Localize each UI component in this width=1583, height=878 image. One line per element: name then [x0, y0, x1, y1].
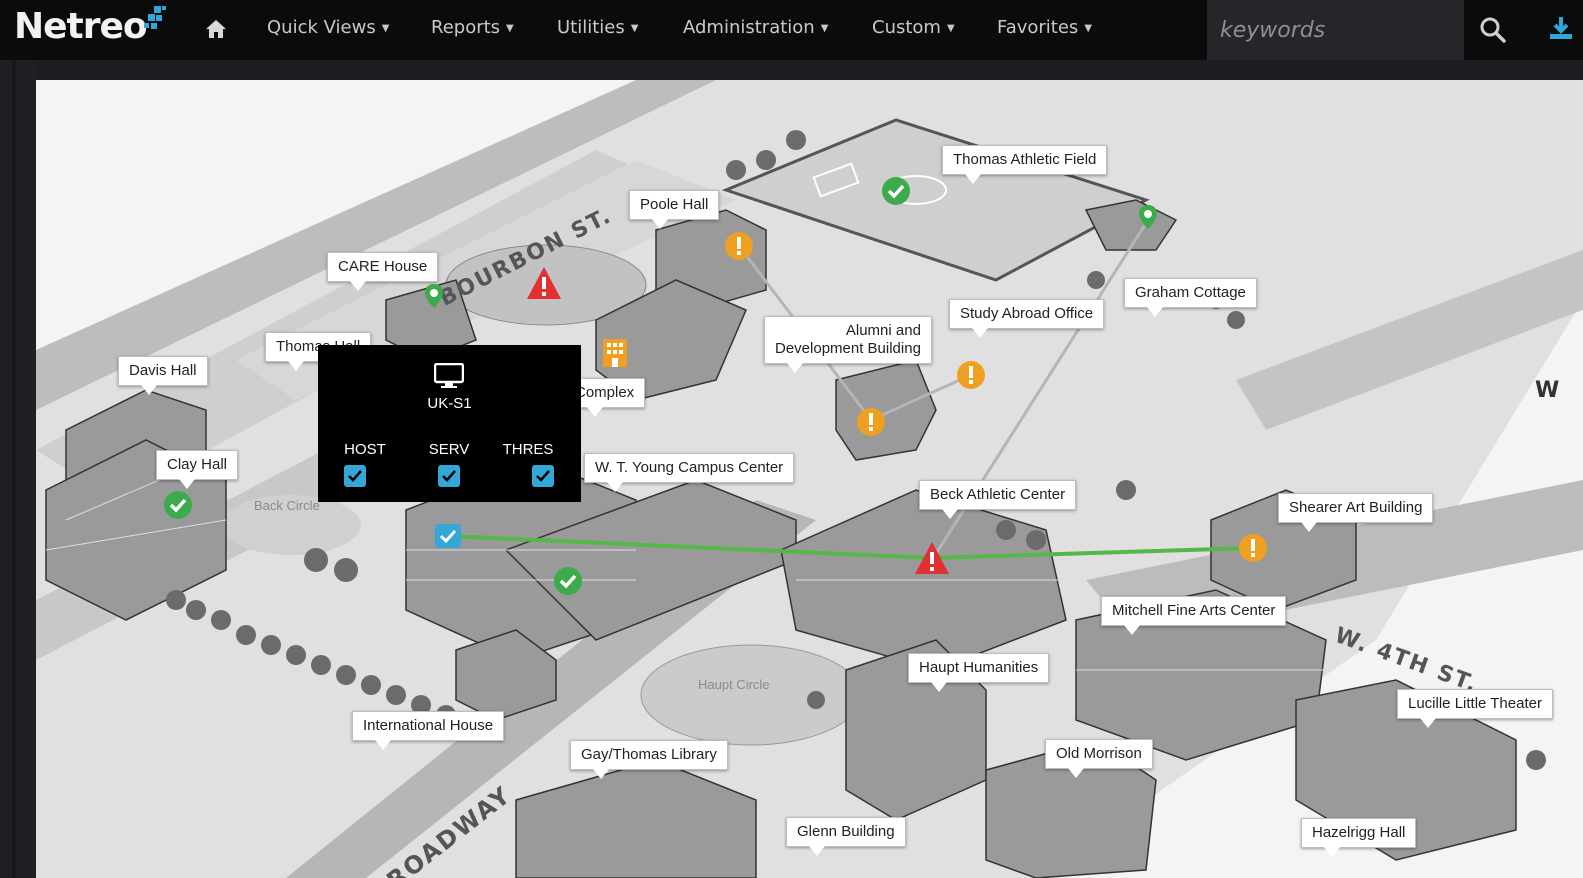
critical-status-icon[interactable]: [914, 541, 950, 575]
label-gay-thomas-library[interactable]: Gay/Thomas Library: [570, 740, 728, 779]
search-input[interactable]: [1207, 0, 1464, 60]
nav-label: Utilities: [557, 17, 625, 38]
host-column-label: HOST: [344, 441, 386, 458]
warning-status-icon[interactable]: [856, 407, 886, 437]
host-checkbox[interactable]: [344, 465, 366, 487]
nav-label: Custom: [872, 17, 941, 38]
warning-status-icon[interactable]: [1238, 533, 1268, 563]
partial-label-right: W: [1535, 378, 1560, 403]
label-graham-cottage[interactable]: Graham Cottage: [1124, 278, 1257, 317]
nav-label: Administration: [683, 17, 815, 38]
label-clay-hall[interactable]: Clay Hall: [156, 450, 239, 489]
caret-down-icon: ▼: [1084, 23, 1093, 34]
path-back-circle: Back Circle: [254, 498, 320, 513]
caret-down-icon: ▼: [381, 23, 390, 34]
nav-label: Reports: [431, 17, 501, 38]
ok-status-icon[interactable]: [881, 176, 911, 206]
label-old-morrison[interactable]: Old Morrison: [1045, 739, 1153, 778]
left-rail: [0, 60, 36, 878]
label-mitchell-fine-arts[interactable]: Mitchell Fine Arts Center: [1101, 596, 1287, 635]
label-davis-hall[interactable]: Davis Hall: [118, 356, 208, 395]
label-hazelrigg-hall[interactable]: Hazelrigg Hall: [1301, 818, 1417, 857]
nav-custom[interactable]: Custom ▼: [872, 17, 955, 38]
ok-status-icon[interactable]: [553, 566, 583, 596]
label-lucille-little-theater[interactable]: Lucille Little Theater: [1397, 689, 1553, 728]
label-beck-athletic-center[interactable]: Beck Athletic Center: [919, 480, 1077, 519]
map-illustration: [36, 80, 1583, 878]
warning-status-icon[interactable]: [724, 231, 754, 261]
caret-down-icon: ▼: [506, 23, 514, 34]
nav-reports[interactable]: Reports ▼: [431, 17, 514, 38]
caret-down-icon: ▼: [946, 23, 955, 34]
ok-pin-icon[interactable]: [424, 283, 444, 309]
label-alumni-development[interactable]: Alumni and Development Building: [764, 316, 932, 373]
ok-status-icon[interactable]: [163, 490, 193, 520]
caret-down-icon: ▼: [630, 23, 639, 34]
serv-checkbox[interactable]: [438, 465, 460, 487]
serv-column-label: SERV: [428, 441, 470, 458]
label-poole-hall[interactable]: Poole Hall: [629, 190, 720, 229]
label-study-abroad-office[interactable]: Study Abroad Office: [949, 299, 1105, 338]
check-icon: [536, 470, 550, 482]
critical-status-icon[interactable]: [526, 266, 562, 300]
download-icon[interactable]: [1546, 14, 1576, 44]
label-glenn-building[interactable]: Glenn Building: [786, 817, 906, 856]
monitor-icon: [434, 363, 464, 388]
label-care-house[interactable]: CARE House: [327, 252, 439, 291]
nav-favorites[interactable]: Favorites ▼: [997, 17, 1092, 38]
selected-device-icon[interactable]: [434, 523, 462, 549]
caret-down-icon: ▼: [820, 23, 829, 34]
nav-quick-views[interactable]: Quick Views ▼: [267, 17, 389, 38]
nav-utilities[interactable]: Utilities ▼: [557, 17, 638, 38]
warning-status-icon[interactable]: [956, 360, 986, 390]
check-icon: [442, 470, 456, 482]
logo-mark-icon: [144, 6, 166, 29]
top-nav-bar: Netreo Quick Views ▼ Reports ▼ Utilities ▼ …: [0, 0, 1583, 60]
check-icon: [348, 470, 362, 482]
label-wt-young-campus-center[interactable]: W. T. Young Campus Center: [584, 453, 795, 492]
label-international-house[interactable]: International House: [352, 711, 505, 750]
nav-label: Favorites: [997, 17, 1079, 38]
nav-label: Quick Views: [267, 17, 376, 38]
home-icon[interactable]: [204, 17, 228, 41]
thres-checkbox[interactable]: [532, 465, 554, 487]
building-warning-icon[interactable]: [602, 338, 628, 368]
device-popup: UK-S1 HOST SERV THRES: [318, 345, 581, 502]
device-name: UK-S1: [427, 395, 472, 412]
ok-pin-icon[interactable]: [1138, 204, 1158, 230]
label-shearer-art-building[interactable]: Shearer Art Building: [1278, 493, 1434, 532]
label-thomas-athletic-field[interactable]: Thomas Athletic Field: [942, 145, 1108, 184]
nav-administration[interactable]: Administration ▼: [683, 17, 828, 38]
thres-column-label: THRES: [502, 441, 554, 458]
campus-map[interactable]: BOURBON ST. W. 4TH ST. BROADWAY Back Cir…: [36, 80, 1583, 878]
brand-logo[interactable]: Netreo: [14, 6, 148, 47]
label-haupt-humanities[interactable]: Haupt Humanities: [908, 653, 1050, 692]
search-icon[interactable]: [1478, 15, 1508, 45]
path-haupt-circle: Haupt Circle: [698, 677, 770, 692]
